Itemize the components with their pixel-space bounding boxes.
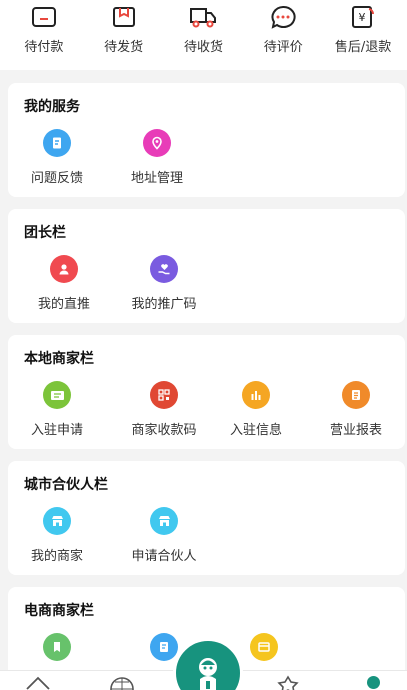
my-direct-referrals-label: 我的直推	[37, 297, 90, 312]
comment-icon	[268, 2, 298, 32]
shop-icon	[43, 507, 71, 535]
merchant-payment-code-button[interactable]: 商家收款码	[114, 381, 214, 438]
tab-home[interactable]	[23, 675, 53, 690]
bar-chart-icon	[242, 381, 270, 409]
tab-favorites[interactable]	[273, 675, 303, 690]
shop-icon	[150, 507, 178, 535]
address-management-label: 地址管理	[130, 171, 183, 186]
order-label: 售后/退款	[334, 40, 392, 55]
id-card-icon	[43, 381, 71, 409]
package-icon	[109, 2, 139, 32]
settlement-info-label: 入驻信息	[229, 423, 282, 438]
city-partner-card: 城市合伙人栏 我的商家 申请合伙人	[8, 461, 405, 575]
order-after-sales[interactable]: ¥ 售后/退款	[324, 0, 402, 55]
heart-hand-icon	[150, 255, 178, 283]
apply-partner-button[interactable]: 申请合伙人	[114, 507, 214, 564]
order-label: 待付款	[24, 40, 64, 55]
order-label: 待收货	[183, 40, 223, 55]
globe-icon	[110, 677, 134, 690]
my-promo-code-label: 我的推广码	[131, 297, 197, 312]
settlement-application-label: 入驻申请	[30, 423, 83, 438]
order-label: 待发货	[104, 40, 144, 55]
section-title: 本地商家栏	[24, 351, 94, 367]
feedback-button[interactable]: 问题反馈	[7, 129, 107, 186]
order-status-bar: 待付款 待发货 待收货 待评价 ¥ 售后/退款	[0, 0, 407, 70]
profile-active-icon[interactable]	[367, 676, 380, 689]
wallet-icon	[29, 2, 59, 32]
order-label: 待评价	[263, 40, 303, 55]
section-title: 电商商家栏	[24, 603, 94, 619]
ecommerce-item-1[interactable]	[7, 633, 107, 671]
settlement-info-button[interactable]: 入驻信息	[206, 381, 306, 438]
truck-icon	[188, 2, 218, 32]
order-pending-receipt[interactable]: 待收货	[164, 0, 242, 55]
business-report-label: 营业报表	[329, 423, 382, 438]
location-icon	[143, 129, 171, 157]
address-management-button[interactable]: 地址管理	[107, 129, 207, 186]
svg-text:¥: ¥	[359, 11, 366, 24]
team-leader-card: 团长栏 我的直推 我的推广码	[8, 209, 405, 323]
order-pending-payment[interactable]: 待付款	[5, 0, 83, 55]
business-report-button[interactable]: 营业报表	[306, 381, 406, 438]
feedback-icon	[43, 129, 71, 157]
my-merchants-button[interactable]: 我的商家	[7, 507, 107, 564]
refund-icon: ¥	[348, 2, 378, 32]
store-icon	[250, 633, 278, 661]
section-title: 团长栏	[24, 225, 66, 241]
report-icon	[342, 381, 370, 409]
my-merchants-label: 我的商家	[30, 549, 83, 564]
apply-partner-label: 申请合伙人	[131, 549, 197, 564]
merchant-payment-code-label: 商家收款码	[131, 423, 197, 438]
bookmark-icon	[43, 633, 71, 661]
order-pending-review[interactable]: 待评价	[244, 0, 322, 55]
order-pending-shipment[interactable]: 待发货	[85, 0, 163, 55]
feedback-label: 问题反馈	[30, 171, 83, 186]
my-direct-referrals-button[interactable]: 我的直推	[14, 255, 114, 312]
tab-discover[interactable]	[107, 675, 137, 690]
center-mascot-icon	[199, 658, 217, 690]
qrcode-icon	[150, 381, 178, 409]
person-icon	[50, 255, 78, 283]
home-icon	[26, 676, 50, 690]
section-title: 我的服务	[24, 99, 80, 115]
star-badge-icon	[277, 675, 299, 690]
local-merchant-card: 本地商家栏 入驻申请 商家收款码 入驻信息 营业报表	[8, 335, 405, 449]
document-icon	[150, 633, 178, 661]
my-services-card: 我的服务 问题反馈 地址管理	[8, 83, 405, 197]
section-title: 城市合伙人栏	[24, 477, 108, 493]
my-promo-code-button[interactable]: 我的推广码	[114, 255, 214, 312]
settlement-application-button[interactable]: 入驻申请	[7, 381, 107, 438]
